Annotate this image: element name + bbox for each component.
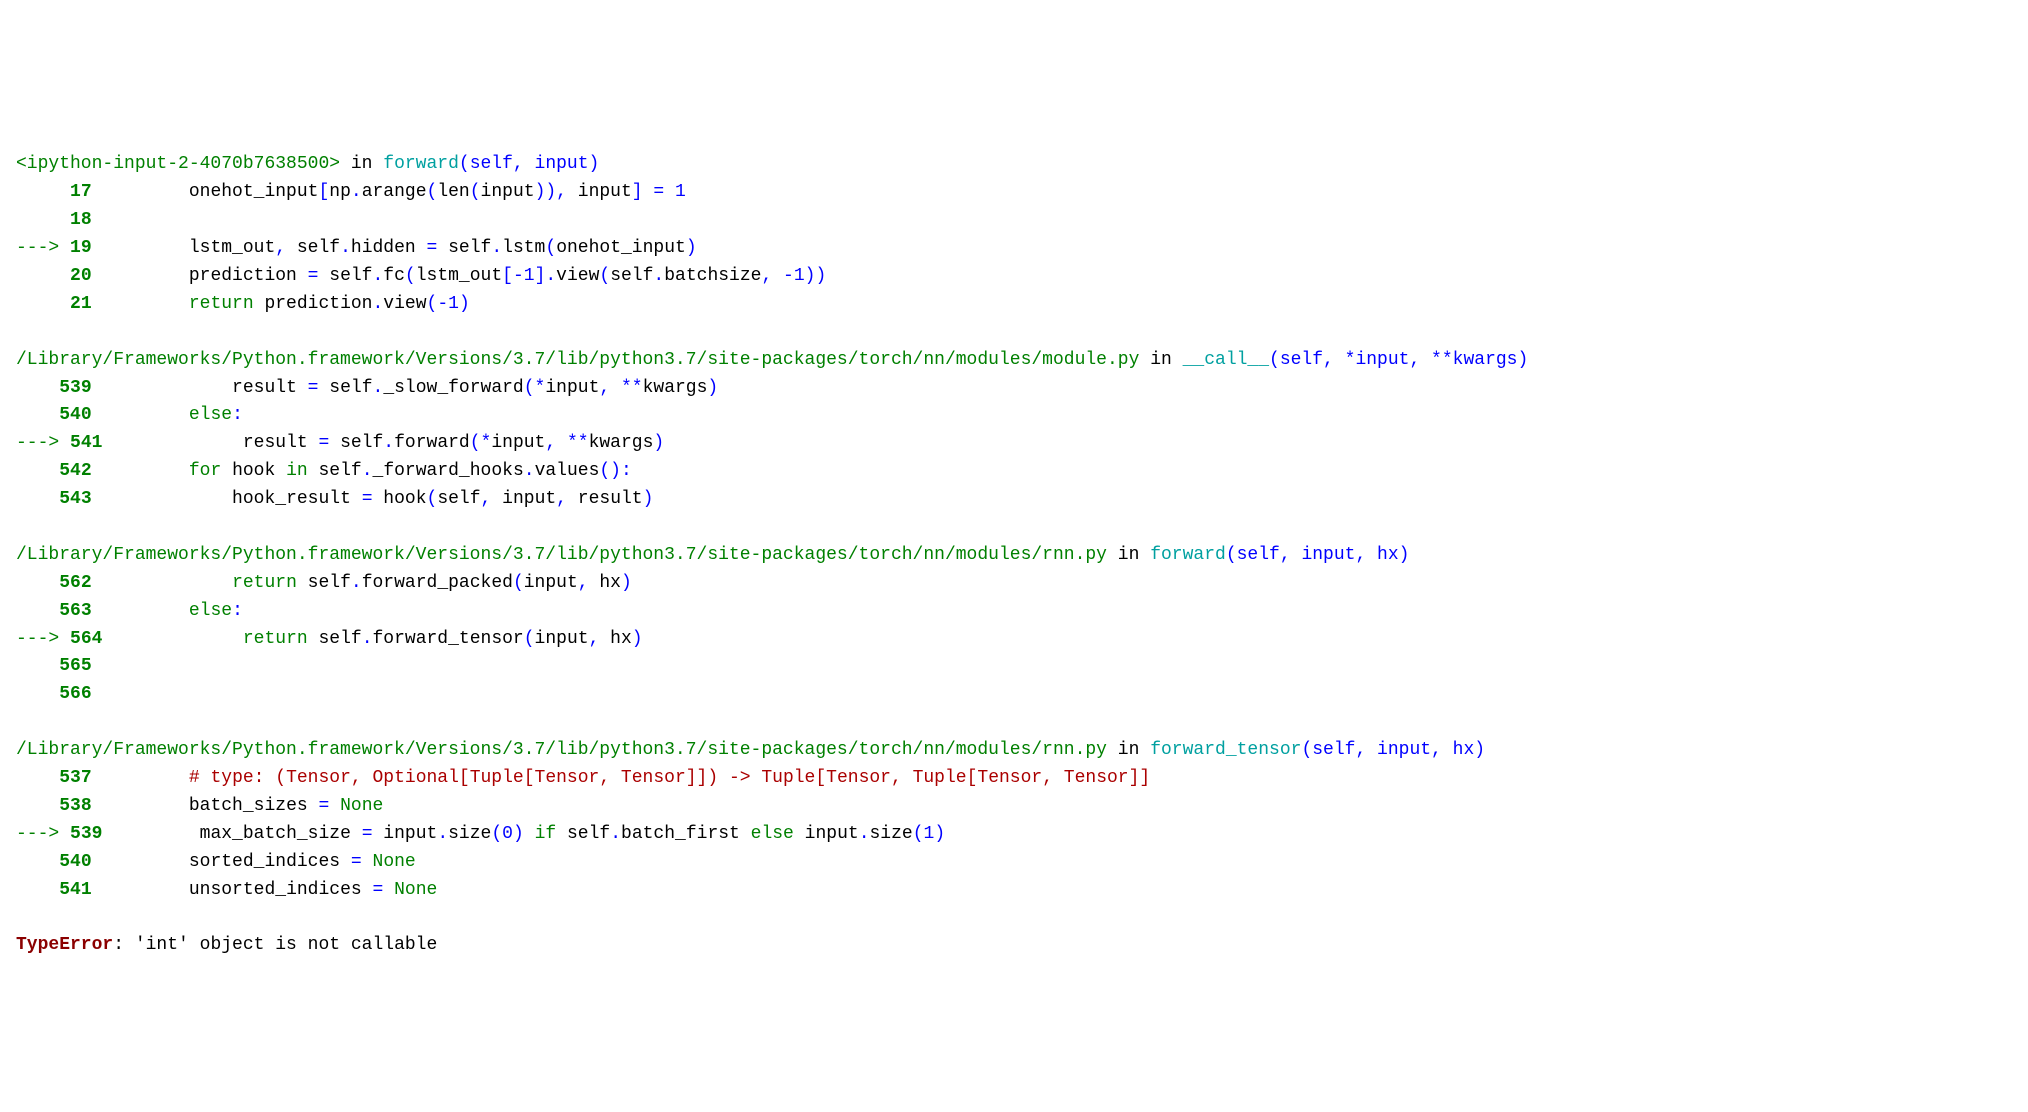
current-arrow: ---> [16, 433, 70, 453]
line-number: 20 [16, 266, 102, 286]
current-arrow: ---> [16, 238, 70, 258]
error-type: TypeError [16, 935, 113, 955]
line-number: 539 [16, 378, 102, 398]
line-number: 563 [16, 601, 102, 621]
traceback-output: <ipython-input-2-4070b7638500> in forwar… [16, 124, 2012, 961]
line-number: 538 [16, 796, 102, 816]
current-arrow: ---> [16, 629, 70, 649]
line-number: 537 [16, 768, 102, 788]
frame-location: <ipython-input-2-4070b7638500> [16, 154, 340, 174]
line-number: 562 [16, 573, 102, 593]
line-number: 541 [16, 880, 102, 900]
line-number: 543 [16, 489, 102, 509]
line-number: 542 [16, 461, 102, 481]
frame-path: /Library/Frameworks/Python.framework/Ver… [16, 740, 1107, 760]
line-number: 21 [16, 294, 102, 314]
line-number: 566 [16, 684, 102, 704]
frame-path: /Library/Frameworks/Python.framework/Ver… [16, 350, 1139, 370]
line-number: 17 [16, 182, 102, 202]
error-message: 'int' object is not callable [135, 935, 437, 955]
line-number: 18 [16, 210, 102, 230]
frame-path: /Library/Frameworks/Python.framework/Ver… [16, 545, 1107, 565]
line-number: 540 [16, 405, 102, 425]
line-number: 565 [16, 656, 102, 676]
current-arrow: ---> [16, 824, 70, 844]
line-number: 540 [16, 852, 102, 872]
